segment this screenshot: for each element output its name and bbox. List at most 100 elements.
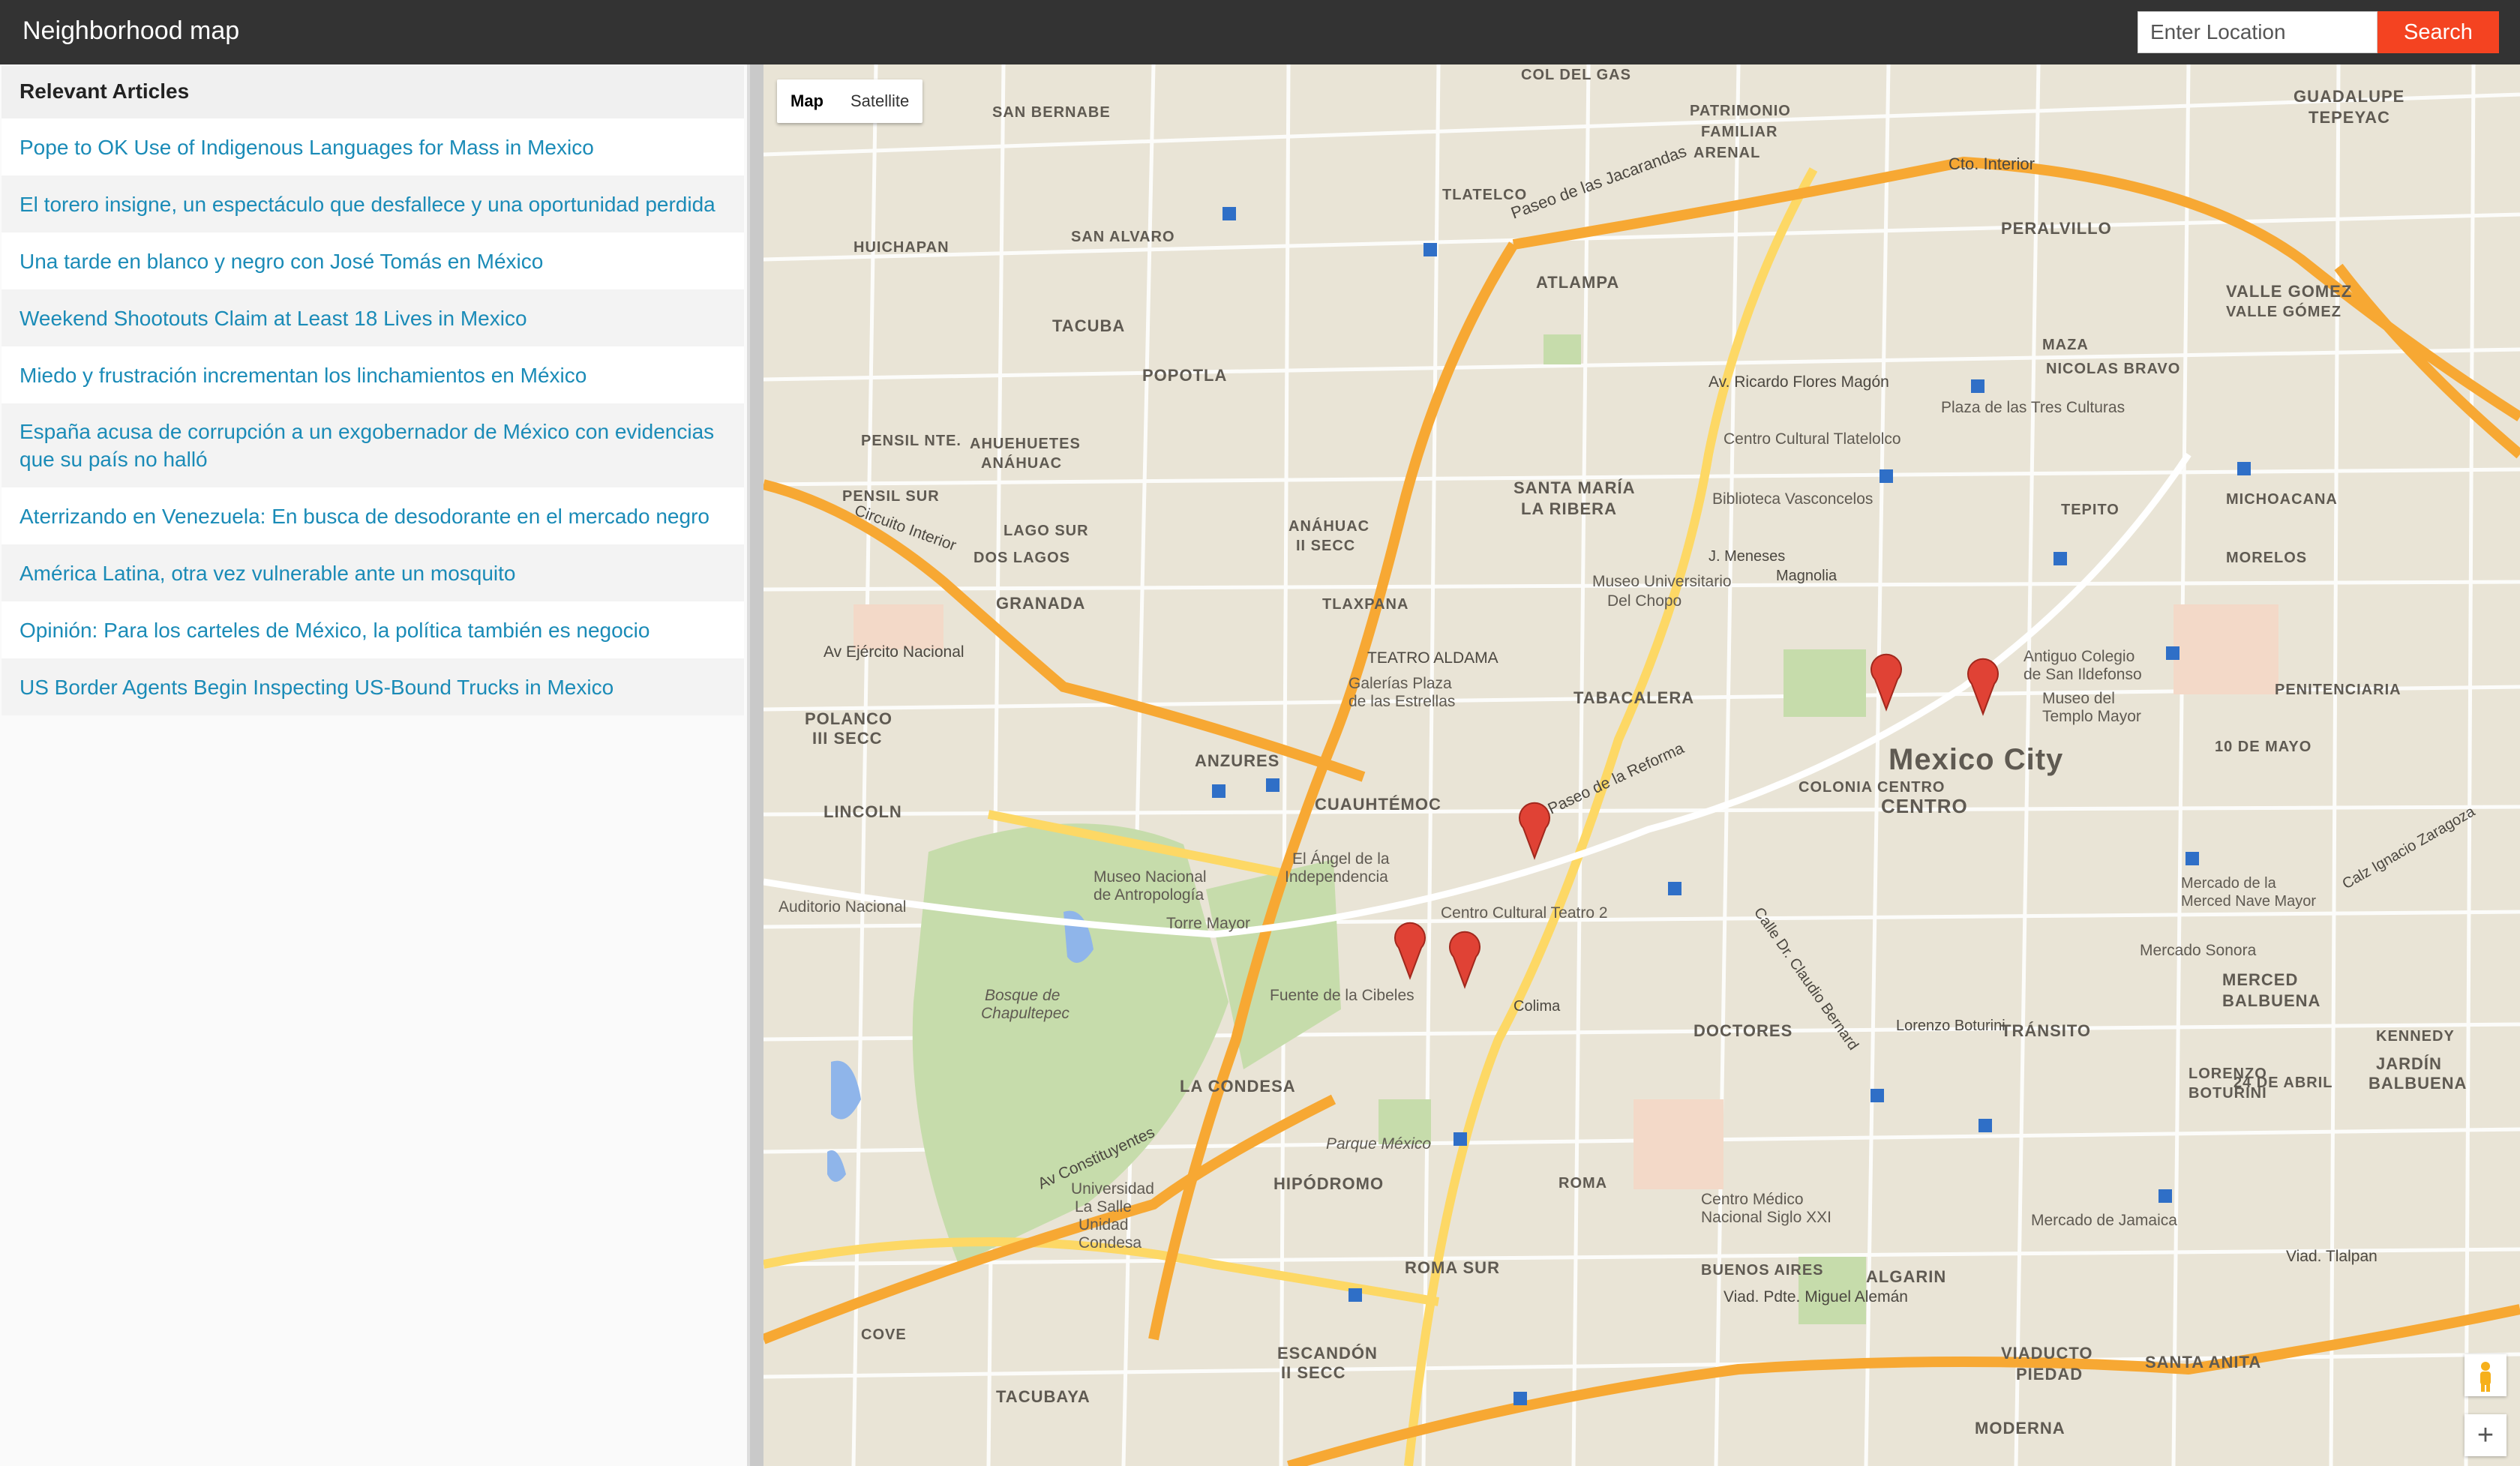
map-canvas[interactable]: COL DEL GAS SAN BERNABE PATRIMONIO FAMIL… xyxy=(764,64,2520,1466)
svg-text:PENSIL SUR: PENSIL SUR xyxy=(842,488,940,505)
map-type-satellite-button[interactable]: Satellite xyxy=(837,79,922,123)
svg-text:POLANCO: POLANCO xyxy=(805,709,892,728)
svg-text:TABACALERA: TABACALERA xyxy=(1574,688,1694,707)
svg-text:MERCED: MERCED xyxy=(2222,970,2298,989)
svg-text:ANÁHUAC: ANÁHUAC xyxy=(981,454,1062,472)
svg-text:Universidad: Universidad xyxy=(1071,1180,1154,1198)
article-link[interactable]: Aterrizando en Venezuela: En busca de de… xyxy=(2,487,744,544)
svg-text:POPOTLA: POPOTLA xyxy=(1142,366,1227,385)
svg-text:MODERNA: MODERNA xyxy=(1975,1419,2066,1438)
svg-text:COL DEL GAS: COL DEL GAS xyxy=(1521,67,1631,83)
svg-text:Av Ejército Nacional: Av Ejército Nacional xyxy=(824,643,964,661)
article-link[interactable]: América Latina, otra vez vulnerable ante… xyxy=(2,544,744,601)
article-link[interactable]: Pope to OK Use of Indigenous Languages f… xyxy=(2,118,744,175)
svg-text:SAN BERNABE: SAN BERNABE xyxy=(992,104,1111,121)
svg-text:Nacional Siglo XXI: Nacional Siglo XXI xyxy=(1701,1209,1832,1226)
svg-text:II SECC: II SECC xyxy=(1281,1363,1346,1382)
svg-text:Unidad: Unidad xyxy=(1078,1216,1129,1234)
svg-text:Museo del: Museo del xyxy=(2042,690,2115,707)
article-link[interactable]: Opinión: Para los carteles de México, la… xyxy=(2,601,744,658)
svg-text:Bosque de: Bosque de xyxy=(985,987,1060,1004)
articles-heading: Relevant Articles xyxy=(2,66,744,118)
svg-text:HIPÓDROMO: HIPÓDROMO xyxy=(1274,1174,1384,1193)
article-link[interactable]: El torero insigne, un espectáculo que de… xyxy=(2,175,744,232)
article-link[interactable]: España acusa de corrupción a un exgobern… xyxy=(2,403,744,487)
svg-text:Antiguo Colegio: Antiguo Colegio xyxy=(2024,648,2134,665)
svg-text:GUADALUPE: GUADALUPE xyxy=(2294,87,2404,106)
svg-text:BALBUENA: BALBUENA xyxy=(2368,1074,2467,1093)
svg-text:II SECC: II SECC xyxy=(1296,538,1355,554)
svg-text:ESCANDÓN: ESCANDÓN xyxy=(1277,1344,1378,1363)
svg-text:ALGARIN: ALGARIN xyxy=(1866,1267,1946,1286)
search-button[interactable]: Search xyxy=(2378,11,2499,53)
svg-text:BALBUENA: BALBUENA xyxy=(2222,991,2320,1010)
svg-text:DOS LAGOS: DOS LAGOS xyxy=(974,550,1070,566)
svg-text:HUICHAPAN: HUICHAPAN xyxy=(854,239,950,256)
svg-text:Magnolia: Magnolia xyxy=(1776,568,1838,584)
article-link[interactable]: Una tarde en blanco y negro con José Tom… xyxy=(2,232,744,289)
map-tiles[interactable]: COL DEL GAS SAN BERNABE PATRIMONIO FAMIL… xyxy=(764,64,2520,1466)
svg-text:KENNEDY: KENNEDY xyxy=(2376,1028,2455,1045)
svg-text:PENSIL NTE.: PENSIL NTE. xyxy=(861,433,962,449)
svg-text:CUAUHTÉMOC: CUAUHTÉMOC xyxy=(1315,795,1442,814)
svg-text:Del Chopo: Del Chopo xyxy=(1607,592,1682,610)
svg-text:10 DE MAYO: 10 DE MAYO xyxy=(2215,739,2312,755)
svg-text:VIADUCTO: VIADUCTO xyxy=(2001,1344,2093,1363)
svg-text:Mercado de Jamaica: Mercado de Jamaica xyxy=(2031,1212,2177,1229)
map-type-control: Map Satellite xyxy=(777,79,923,123)
article-link[interactable]: US Border Agents Begin Inspecting US-Bou… xyxy=(2,658,744,715)
svg-text:MICHOACANA: MICHOACANA xyxy=(2226,491,2338,508)
svg-text:Viad. Pdte. Miguel Alemán: Viad. Pdte. Miguel Alemán xyxy=(1724,1288,1908,1306)
svg-text:PENITENCIARIA: PENITENCIARIA xyxy=(2275,682,2402,698)
svg-text:TACUBAYA: TACUBAYA xyxy=(996,1387,1090,1406)
svg-text:Independencia: Independencia xyxy=(1285,868,1388,886)
zoom-in-button[interactable]: + xyxy=(2464,1414,2506,1456)
svg-text:Templo Mayor: Templo Mayor xyxy=(2042,708,2141,725)
svg-text:PATRIMONIO: PATRIMONIO xyxy=(1690,103,1791,119)
svg-text:Lorenzo Boturini: Lorenzo Boturini xyxy=(1896,1018,2006,1034)
article-link[interactable]: Miedo y frustración incrementan los linc… xyxy=(2,346,744,403)
svg-text:SANTA ANITA: SANTA ANITA xyxy=(2145,1353,2261,1372)
svg-text:TEPITO: TEPITO xyxy=(2061,502,2120,518)
svg-text:Fuente de la Cibeles: Fuente de la Cibeles xyxy=(1270,987,1414,1004)
svg-text:ATLAMPA: ATLAMPA xyxy=(1536,273,1619,292)
svg-text:ANZURES: ANZURES xyxy=(1195,751,1280,770)
svg-text:La Salle: La Salle xyxy=(1075,1198,1132,1216)
svg-text:Plaza de las Tres Culturas: Plaza de las Tres Culturas xyxy=(1941,399,2125,416)
article-link[interactable]: Weekend Shootouts Claim at Least 18 Live… xyxy=(2,289,744,346)
svg-text:VALLE GOMEZ: VALLE GOMEZ xyxy=(2226,282,2352,301)
svg-text:VALLE GÓMEZ: VALLE GÓMEZ xyxy=(2226,302,2342,320)
svg-text:Condesa: Condesa xyxy=(1078,1234,1142,1252)
svg-text:Centro Cultural Teatro 2: Centro Cultural Teatro 2 xyxy=(1441,904,1608,922)
svg-text:MAZA: MAZA xyxy=(2042,337,2089,353)
svg-text:ANÁHUAC: ANÁHUAC xyxy=(1288,517,1370,535)
articles-sidebar: Relevant Articles Pope to OK Use of Indi… xyxy=(0,64,750,1466)
svg-text:Cto. Interior: Cto. Interior xyxy=(1948,154,2035,173)
svg-text:PERALVILLO: PERALVILLO xyxy=(2001,219,2112,238)
svg-text:FAMILIAR: FAMILIAR xyxy=(1701,124,1778,140)
svg-text:Biblioteca Vasconcelos: Biblioteca Vasconcelos xyxy=(1712,490,1873,508)
svg-text:JARDÍN: JARDÍN xyxy=(2376,1054,2442,1073)
sidebar-divider[interactable] xyxy=(750,64,764,1466)
svg-text:Parque México: Parque México xyxy=(1326,1135,1431,1153)
svg-text:LINCOLN: LINCOLN xyxy=(824,802,902,821)
top-navbar: Neighborhood map Search xyxy=(0,0,2520,64)
svg-text:III SECC: III SECC xyxy=(812,729,883,748)
pegman-icon[interactable] xyxy=(2464,1354,2506,1396)
svg-text:El Ángel de la: El Ángel de la xyxy=(1292,850,1390,868)
svg-text:24 DE ABRIL: 24 DE ABRIL xyxy=(2234,1075,2333,1091)
svg-text:Museo Universitario: Museo Universitario xyxy=(1592,573,1732,590)
svg-text:Torre Mayor: Torre Mayor xyxy=(1166,915,1250,932)
city-label: Mexico City xyxy=(1888,743,2063,776)
svg-text:TACUBA: TACUBA xyxy=(1052,316,1125,335)
location-search-input[interactable] xyxy=(2138,11,2378,53)
svg-text:ROMA SUR: ROMA SUR xyxy=(1405,1258,1500,1277)
svg-text:Mercado Sonora: Mercado Sonora xyxy=(2140,942,2257,959)
svg-text:de Antropología: de Antropología xyxy=(1094,886,1204,904)
svg-text:Merced Nave Mayor: Merced Nave Mayor xyxy=(2181,893,2316,910)
map-type-map-button[interactable]: Map xyxy=(777,79,837,123)
svg-text:COLONIA CENTRO: COLONIA CENTRO xyxy=(1798,779,1945,796)
svg-text:LAGO SUR: LAGO SUR xyxy=(1004,523,1089,539)
svg-text:MORELOS: MORELOS xyxy=(2226,550,2307,566)
svg-text:TLATELCO: TLATELCO xyxy=(1442,187,1527,203)
